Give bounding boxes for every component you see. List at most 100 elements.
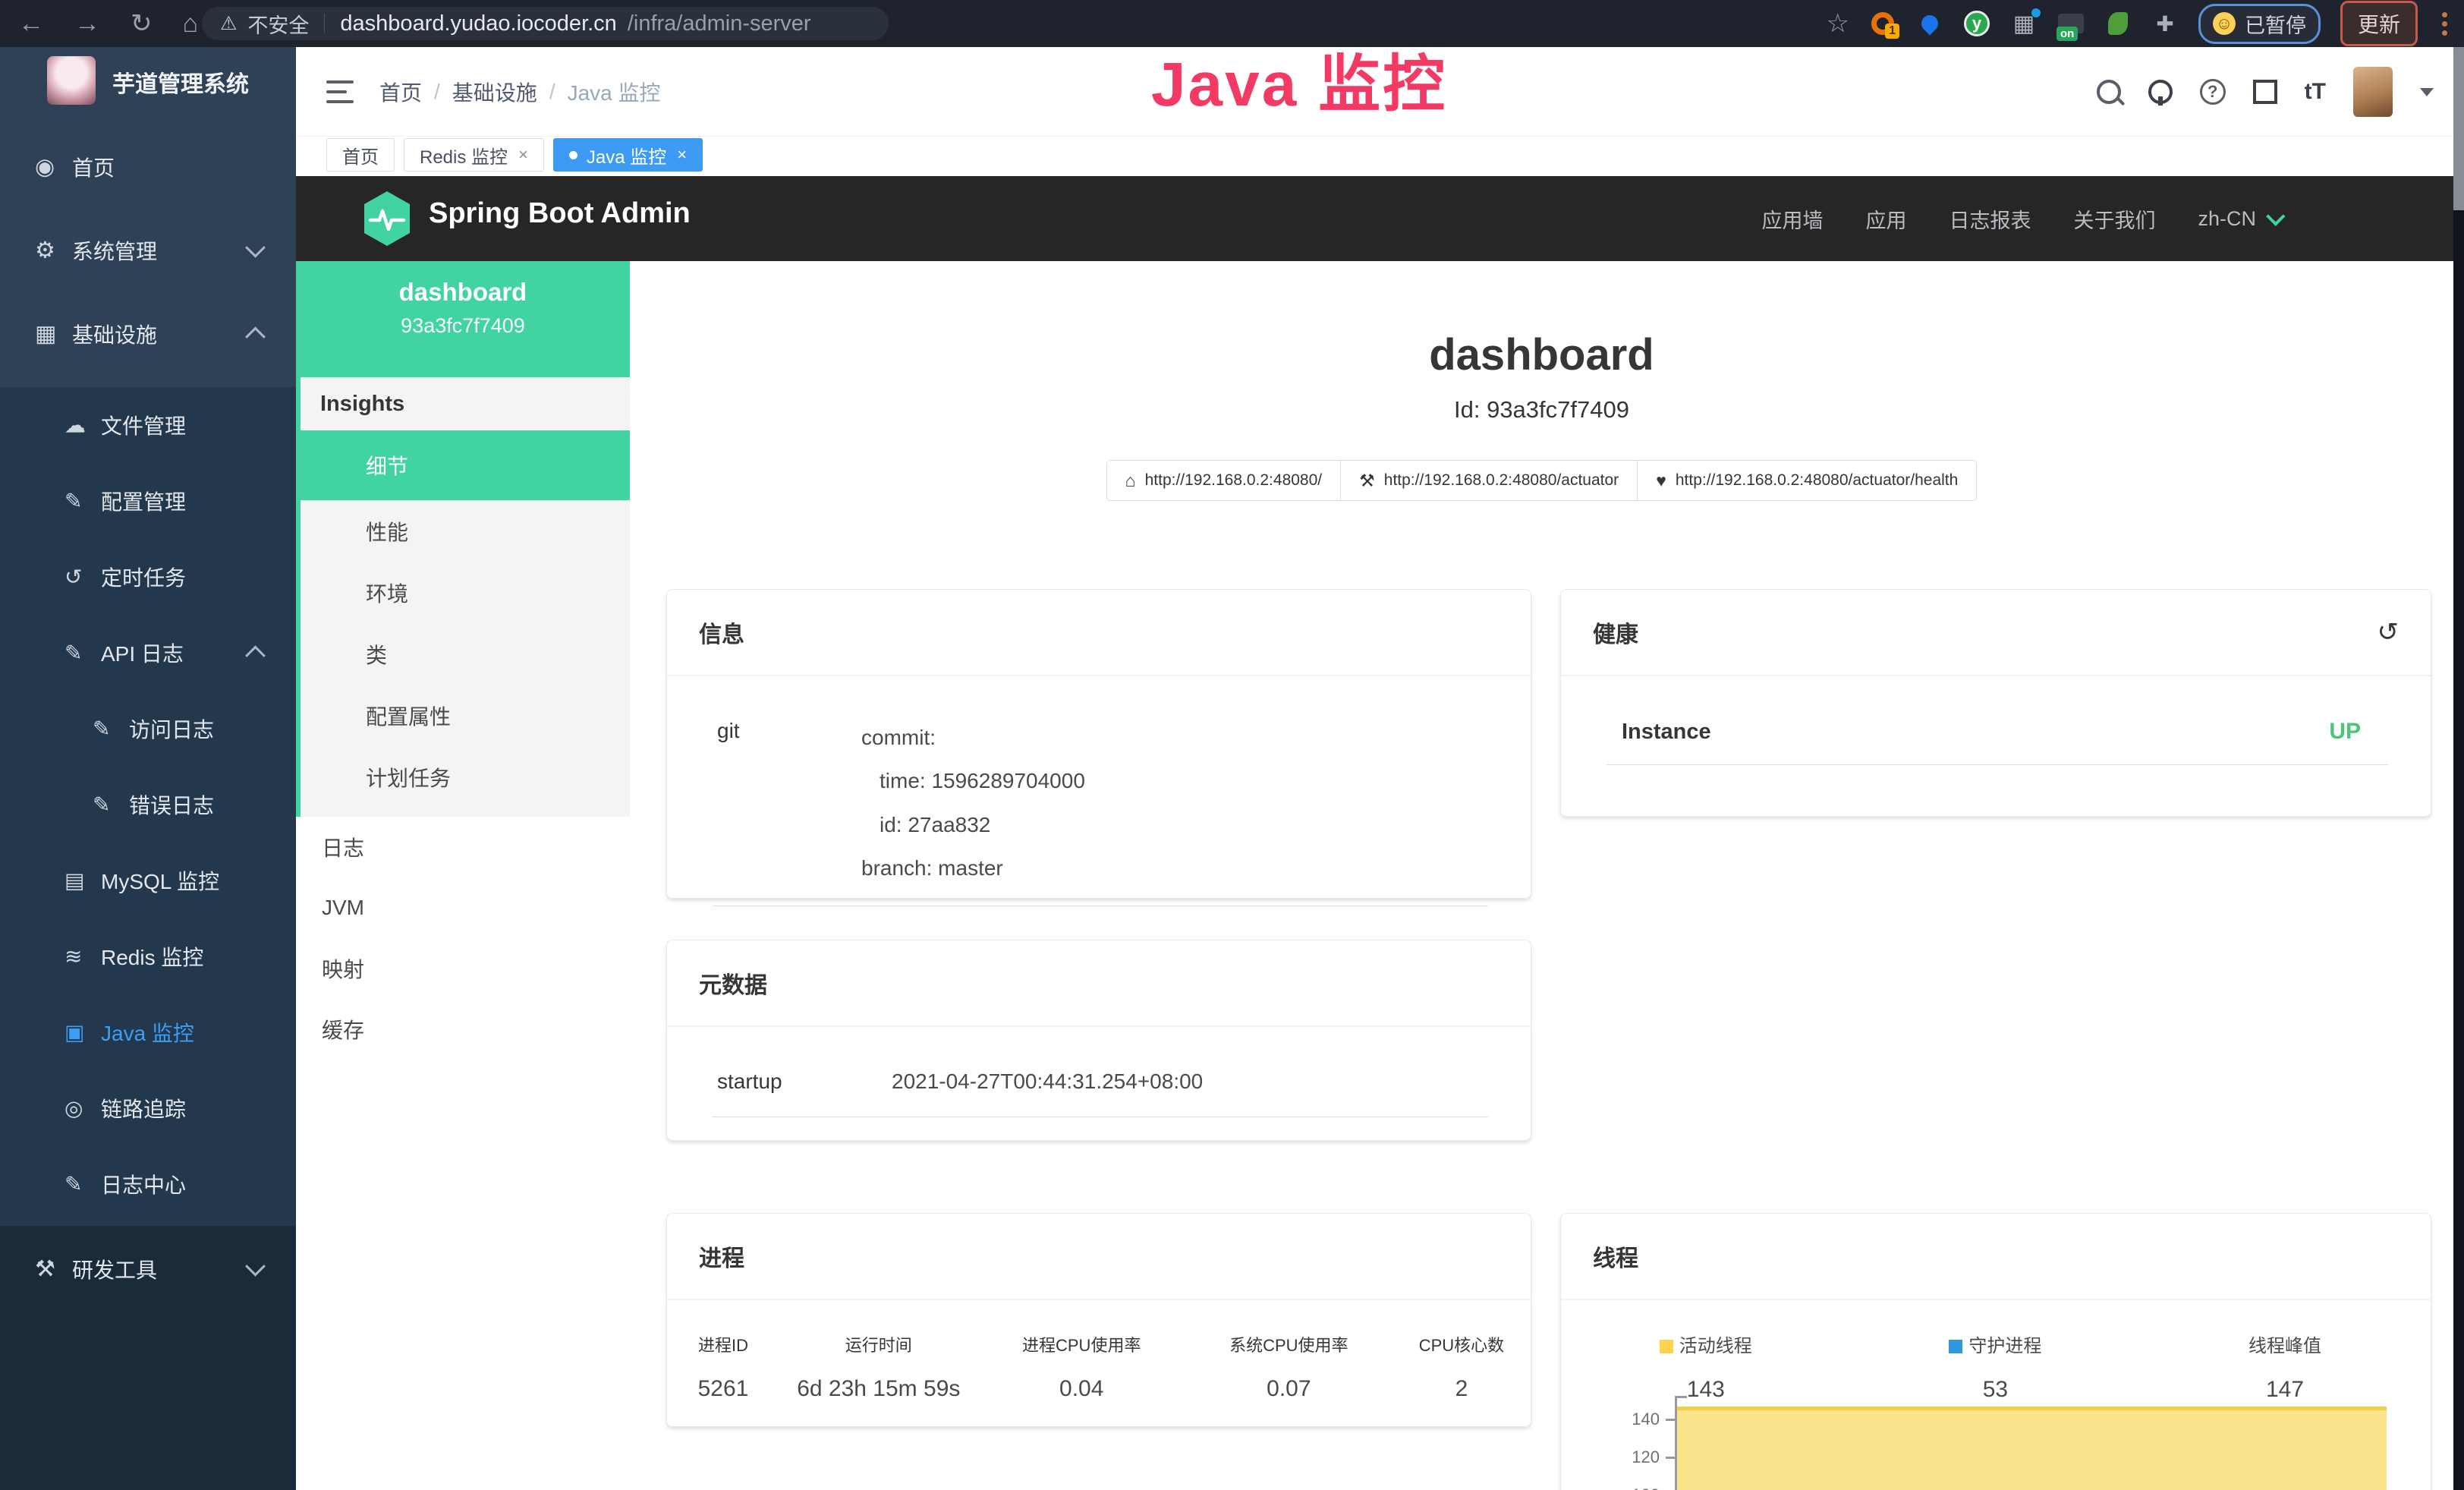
card-process-title: 进程 [699,1240,744,1273]
metadata-startup-value: 2021-04-27T00:44:31.254+08:00 [892,1069,1203,1094]
tags-view-bar: 首页 Redis 监控 × Java 监控 × [296,137,2453,176]
sba-item-details[interactable]: 细节 [301,430,630,500]
user-menu-caret-icon[interactable] [2420,88,2434,96]
browser-update-button[interactable]: 更新 [2340,1,2418,46]
heartbeat-icon: ♥ [1656,471,1666,491]
home-icon[interactable]: ⌂ [183,11,199,36]
sba-item-classes[interactable]: 类 [301,623,630,685]
sidebar-item-java-monitor[interactable]: ▣ Java 监控 [0,994,296,1070]
chevron-down-icon [2266,206,2285,225]
text-size-icon[interactable]: tT [2305,79,2326,105]
service-url-button[interactable]: ⌂ http://192.168.0.2:48080/ [1106,460,1341,501]
url-path[interactable]: /infra/admin-server [628,11,811,36]
chevron-up-icon [245,645,266,666]
sba-item-metrics[interactable]: 性能 [301,500,630,562]
browser-menu-icon[interactable] [2437,12,2452,36]
extension-grid-icon[interactable]: ▦ [2010,10,2038,37]
address-bar[interactable]: ⚠ 不安全 dashboard.yudao.iocoder.cn /infra/… [202,7,889,40]
bookmark-star-icon[interactable]: ☆ [1827,8,1849,39]
tab-home[interactable]: 首页 [326,138,395,172]
home-icon: ⌂ [1125,471,1136,491]
sidebar-item-home[interactable]: ◉ 首页 [0,129,296,205]
back-icon[interactable]: ← [18,11,44,36]
log-icon: ✎ [93,792,110,817]
sidebar-item-redis[interactable]: ≋ Redis 监控 [0,918,296,994]
chevron-up-icon [245,326,266,347]
history-icon: ↺ [65,565,82,590]
sba-nav-about[interactable]: 关于我们 [2073,204,2155,234]
sidebar-item-api-log[interactable]: ✎ API 日志 [0,615,296,691]
search-icon[interactable] [2097,80,2121,104]
sidebar-item-infra[interactable]: ▦ 基础设施 [0,296,296,372]
sidebar-item-system[interactable]: ⚙ 系统管理 [0,213,296,288]
locale-select[interactable]: zh-CN [2198,207,2280,231]
sba-item-jvm[interactable]: JVM [296,877,630,938]
extensions-puzzle-icon[interactable]: ✚ [2151,10,2179,37]
sidebar-item-error-log[interactable]: ✎ 错误日志 [0,767,296,843]
profile-avatar-emoji: ☺ [2213,12,2236,35]
url-domain[interactable]: dashboard.yudao.iocoder.cn [340,11,616,36]
profile-paused-chip[interactable]: ☺ 已暂停 [2198,4,2321,44]
sba-item-caches[interactable]: 缓存 [296,999,630,1060]
sidebar-item-tracing[interactable]: ◎ 链路追踪 [0,1070,296,1146]
close-icon[interactable]: × [677,146,687,163]
sidebar-toggle-icon[interactable] [326,80,354,103]
database-icon: ▤ [65,868,84,893]
sidebar-item-access-log[interactable]: ✎ 访问日志 [0,691,296,767]
scrollbar-thumb[interactable] [2453,47,2464,210]
sidebar-item-jobs[interactable]: ↺ 定时任务 [0,539,296,615]
tab-java-monitor[interactable]: Java 监控 × [553,138,703,172]
active-tab-dot [569,151,577,159]
breadcrumb-home[interactable]: 首页 [379,77,422,107]
sba-nav-journal[interactable]: 日志报表 [1949,204,2031,234]
sba-item-scheduled-tasks[interactable]: 计划任务 [301,746,630,808]
sba-nav-applications[interactable]: 应用 [1865,204,1906,234]
extension-orange-icon[interactable]: 1 [1869,10,1896,37]
extension-on-icon[interactable]: on [2057,10,2085,37]
app-sidebar: 芋道管理系统 ◉ 首页 ⚙ 系统管理 ▦ 基础设施 ☁ 文件管理 ✎ 配置管理 … [0,47,296,1490]
sba-brand-title[interactable]: Spring Boot Admin [429,197,691,230]
extension-pin-icon[interactable] [1916,10,1943,37]
sidebar-item-dev-tools[interactable]: ⚒ 研发工具 [0,1231,296,1307]
page-scrollbar[interactable] [2453,47,2464,1490]
not-secure-label[interactable]: 不安全 [247,9,309,39]
sba-item-config-props[interactable]: 配置属性 [301,685,630,746]
card-info-title: 信息 [699,616,744,649]
sidebar-item-files[interactable]: ☁ 文件管理 [0,387,296,463]
extension-leaf-icon[interactable] [2104,10,2132,37]
sidebar-item-config[interactable]: ✎ 配置管理 [0,463,296,539]
card-health-title: 健康 [1593,616,1638,649]
sba-nav-wallboard[interactable]: 应用墙 [1761,204,1823,234]
instance-id: Id: 93a3fc7f7409 [630,396,2453,424]
y-tick-120: 120 [1614,1447,1660,1467]
extension-y-icon[interactable]: y [1963,10,1990,37]
health-url-button[interactable]: ♥ http://192.168.0.2:48080/actuator/heal… [1637,460,1977,501]
sba-item-mappings[interactable]: 映射 [296,938,630,999]
sba-item-logs[interactable]: 日志 [296,817,630,877]
instance-url-group: ⌂ http://192.168.0.2:48080/ ⚒ http://192… [630,460,2453,501]
user-avatar[interactable] [2353,67,2393,117]
sba-logo-icon[interactable] [361,190,413,251]
history-icon[interactable]: ↺ [2377,617,2399,647]
card-threads-title: 线程 [1593,1240,1638,1273]
sba-item-environment[interactable]: 环境 [301,562,630,623]
paused-label: 已暂停 [2245,9,2306,39]
process-cpu: 0.04 [978,1376,1185,1402]
breadcrumb-infra[interactable]: 基础设施 [452,77,537,107]
daemon-threads-value: 53 [1851,1377,2141,1403]
sidebar-item-log-center[interactable]: ✎ 日志中心 [0,1146,296,1222]
sidebar-item-mysql[interactable]: ▤ MySQL 监控 [0,843,296,918]
app-logo-row: 芋道管理系统 [0,53,296,137]
github-icon[interactable] [2148,80,2173,104]
tools-icon: ⚒ [35,1256,55,1283]
forward-icon[interactable]: → [74,11,100,36]
help-icon[interactable]: ? [2200,79,2226,105]
fullscreen-icon[interactable] [2253,80,2277,104]
actuator-url-button[interactable]: ⚒ http://192.168.0.2:48080/actuator [1341,460,1637,501]
breadcrumb-current: Java 监控 [568,77,661,107]
tab-redis-monitor[interactable]: Redis 监控 × [404,138,544,172]
system-cpu: 0.07 [1185,1376,1392,1402]
close-icon[interactable]: × [518,146,528,163]
sba-instance-header[interactable]: dashboard 93a3fc7f7409 [296,261,630,377]
reload-icon[interactable]: ↻ [131,11,153,36]
